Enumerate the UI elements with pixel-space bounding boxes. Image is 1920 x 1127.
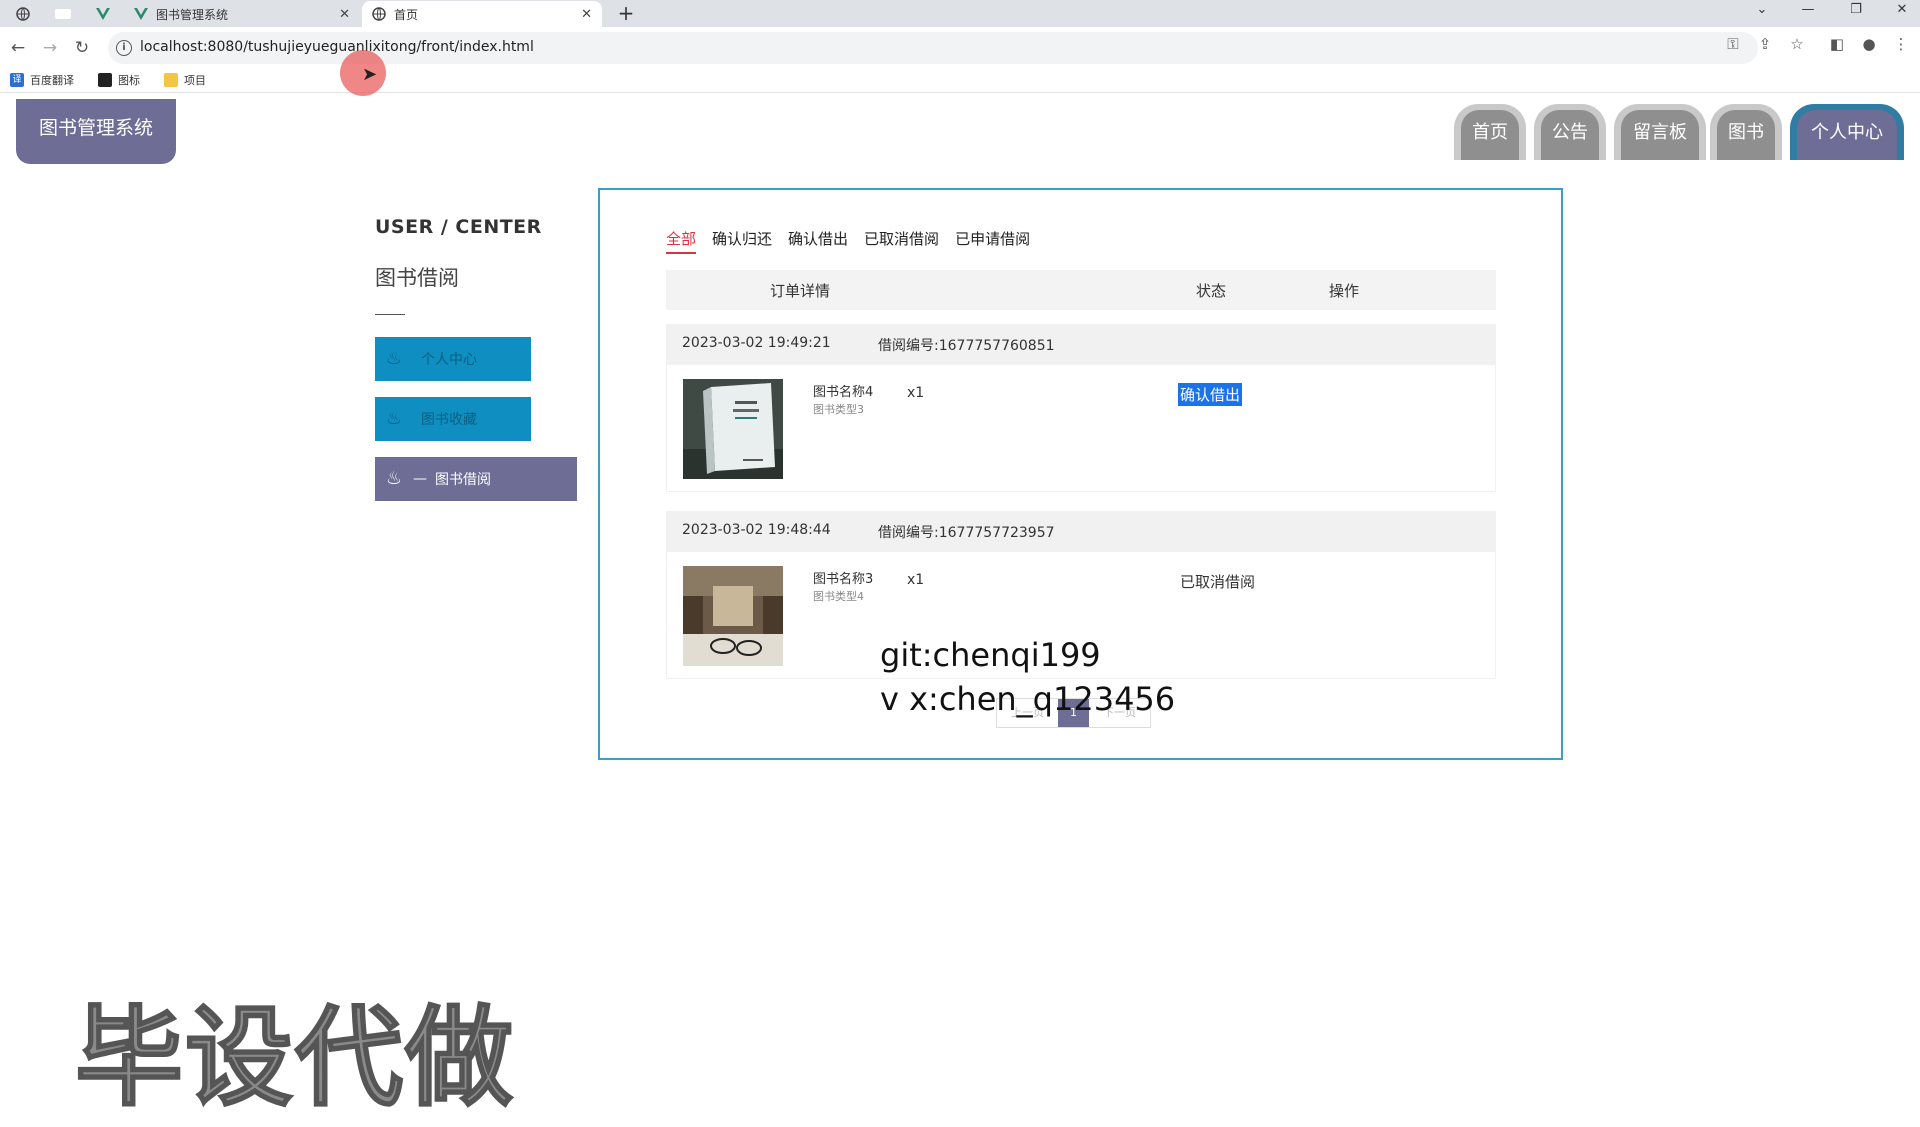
table-header: 订单详情 状态 操作 [666,270,1496,310]
order-header: 2023-03-02 19:49:21 借阅编号:1677757760851 [666,324,1496,364]
site-logo[interactable]: 图书管理系统 [16,99,176,164]
sidebar-item-label: 图书借阅 [435,472,491,488]
flame-icon: ♨ [385,468,403,489]
book-type: 图书类型4 [813,590,864,603]
nav-label: 图书 [1717,110,1775,160]
back-arrow-icon[interactable]: ← [6,36,30,60]
book-name: 图书名称4 [813,385,874,400]
bookmark-projects[interactable]: 项目 [164,72,206,88]
bookmark-label: 项目 [184,74,206,87]
folder-icon [164,73,178,87]
filter-tab-applied[interactable]: 已申请借阅 [955,228,1030,254]
column-header-action: 操作 [1329,282,1360,300]
order-status: 确认借出 [1178,383,1243,406]
filter-tab-lent[interactable]: 确认借出 [788,228,848,254]
book-name: 图书名称3 [813,572,874,587]
tab-search-chevron-icon[interactable]: ⌄ [1752,2,1772,17]
bookmark-label: 图标 [118,74,140,87]
filter-tab-all[interactable]: 全部 [666,228,697,254]
bookmark-baidu-translate[interactable]: 译 百度翻译 [10,72,74,88]
tab-title: 图书管理系统 [156,7,229,22]
active-dash: — [413,471,427,487]
nav-books[interactable]: 图书 [1710,104,1782,160]
user-center-title: USER / CENTER [375,216,542,238]
order-code: 借阅编号:1677757723957 [878,525,1055,541]
restore-icon[interactable]: ❐ [1846,2,1866,17]
forward-arrow-icon[interactable]: → [38,36,62,60]
column-header-detail: 订单详情 [770,282,831,300]
order-row: 2023-03-02 19:49:21 借阅编号:1677757760851 图… [666,324,1496,494]
column-header-status: 状态 [1196,282,1227,300]
sidebar-item-borrow[interactable]: ♨ — 图书借阅 [375,457,577,501]
window-close-icon[interactable]: ✕ [1892,2,1912,17]
bookmark-icons[interactable]: 图标 [98,72,140,88]
divider [375,314,405,315]
nav-label: 公告 [1541,110,1599,160]
nav-home[interactable]: 首页 [1454,104,1526,160]
icon-site-icon [98,73,112,87]
user-center-subtitle: 图书借阅 [375,266,459,290]
nav-notice[interactable]: 公告 [1534,104,1606,160]
nav-label: 留言板 [1621,110,1699,160]
globe-icon[interactable] [4,3,42,25]
browser-toolbar: ← → ↻ i localhost:8080/tushujieyueguanli… [0,27,1920,69]
order-status: 已取消借阅 [1180,573,1256,591]
vue-icon [134,8,148,20]
filter-tab-cancelled[interactable]: 已取消借阅 [864,228,939,254]
flame-icon: ♨ [385,348,403,369]
nav-label: 首页 [1461,110,1519,160]
bookmark-label: 百度翻译 [30,74,74,87]
tab-library-system[interactable]: 图书管理系统 ✕ [124,1,360,27]
sidebar-item-label: 个人中心 [421,352,477,368]
side-panel-icon[interactable]: ◧ [1828,35,1846,53]
overlay-git-text: git:chenqi199 [880,636,1101,674]
book-cover-image[interactable] [683,379,783,479]
filter-tabs: 全部 确认归还 确认借出 已取消借阅 已申请借阅 [666,228,1030,254]
book-type: 图书类型3 [813,403,864,416]
tab-home[interactable]: 首页 ✕ [362,1,602,27]
url-text[interactable]: localhost:8080/tushujieyueguanlixitong/f… [140,39,534,55]
menu-dots-icon[interactable]: ⋮ [1892,35,1910,53]
order-body: 图书名称4 图书类型3 x1 确认借出 [666,364,1496,492]
reload-icon[interactable]: ↻ [70,36,94,60]
page: 图书管理系统 首页 公告 留言板 图书 个人中心 USER / CENTER 图… [0,94,1920,1122]
order-time: 2023-03-02 19:49:21 [682,335,831,351]
overlay-watermark: 毕设代做 [74,995,516,1122]
nav-label: 个人中心 [1797,110,1897,160]
close-icon[interactable]: ✕ [339,7,350,22]
overlay-contact-text: v x:chen_q123456 [880,680,1176,718]
new-tab-icon[interactable]: + [614,1,638,25]
vue-icon[interactable] [84,3,122,25]
sidebar-item-user-center[interactable]: ♨ 个人中心 [375,337,531,381]
filter-tab-returned[interactable]: 确认归还 [712,228,772,254]
close-icon[interactable]: ✕ [581,7,592,22]
blank-tab-icon[interactable] [44,3,82,25]
share-icon[interactable]: ⇪ [1756,35,1774,53]
borrow-panel: 全部 确认归还 确认借出 已取消借阅 已申请借阅 订单详情 状态 操作 2023… [598,188,1563,760]
globe-icon [372,7,386,21]
book-quantity: x1 [907,385,925,401]
order-code: 借阅编号:1677757760851 [878,338,1055,354]
order-time: 2023-03-02 19:48:44 [682,522,831,538]
bookmarks-bar: 译 百度翻译 图标 项目 [0,69,1920,93]
translate-icon: 译 [10,73,24,87]
book-cover-image[interactable] [683,566,783,666]
minimize-icon[interactable]: — [1798,2,1818,17]
nav-message-board[interactable]: 留言板 [1614,104,1706,160]
sidebar-item-favorites[interactable]: ♨ 图书收藏 [375,397,531,441]
nav-user-center[interactable]: 个人中心 [1790,104,1904,160]
book-quantity: x1 [907,572,925,588]
tab-title: 首页 [394,7,419,22]
sidebar-item-label: 图书收藏 [421,412,477,428]
order-header: 2023-03-02 19:48:44 借阅编号:1677757723957 [666,511,1496,551]
mouse-cursor-icon: ➤ [362,64,378,85]
flame-icon: ♨ [385,408,403,429]
info-icon[interactable]: i [116,40,132,56]
profile-icon[interactable]: ● [1860,35,1878,53]
key-icon[interactable]: ⚿ [1724,35,1742,53]
browser-tabbar: 图书管理系统 ✕ 首页 ✕ + ⌄ — ❐ ✕ [0,0,1920,27]
star-icon[interactable]: ☆ [1788,35,1806,53]
